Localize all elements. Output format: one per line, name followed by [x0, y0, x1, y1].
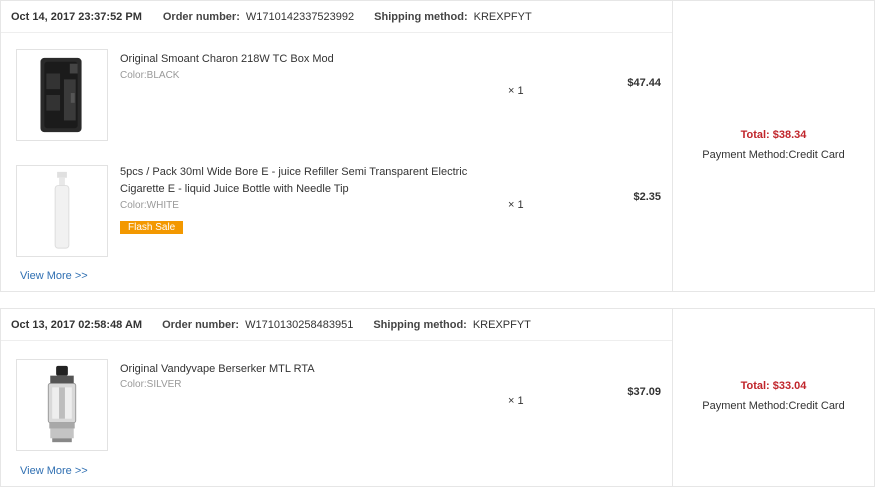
- view-more-link[interactable]: View More >>: [20, 270, 88, 282]
- item-color: Color:WHITE: [120, 200, 179, 211]
- order-header: Oct 14, 2017 23:37:52 PM Order number: W…: [1, 1, 672, 33]
- item-color: Color:SILVER: [120, 379, 182, 390]
- order-item: Original Vandyvape Berserker MTL RTA Col…: [1, 359, 673, 455]
- order-items-column: Oct 14, 2017 23:37:52 PM Order number: W…: [1, 1, 673, 291]
- item-quantity: × 1: [508, 395, 524, 407]
- payment-method: Payment Method:Credit Card: [702, 400, 845, 412]
- order-total: Total: $33.04: [740, 380, 807, 392]
- box-mod-image[interactable]: [16, 49, 108, 141]
- order-number-label: Order number:: [162, 10, 240, 23]
- tank-image[interactable]: [16, 359, 108, 451]
- order-summary-column: Total: $38.34 Payment Method:Credit Card: [673, 1, 874, 291]
- order-card: Oct 13, 2017 02:58:48 AM Order number: W…: [0, 308, 875, 487]
- order-number-label: Order number:: [162, 318, 240, 331]
- flash-sale-badge: Flash Sale: [120, 221, 184, 234]
- order-item: 5pcs / Pack 30ml Wide Bore E - juice Ref…: [1, 163, 673, 259]
- shipping-method-label: Shipping method:: [373, 318, 467, 331]
- shipping-method: KREXPFYT: [472, 318, 531, 331]
- item-title[interactable]: Original Vandyvape Berserker MTL RTA: [120, 361, 470, 378]
- item-quantity: × 1: [508, 199, 524, 211]
- order-summary: Total: $33.04 Payment Method:Credit Card: [673, 380, 874, 412]
- payment-method: Payment Method:Credit Card: [702, 149, 845, 161]
- item-title[interactable]: Original Smoant Charon 218W TC Box Mod: [120, 51, 470, 68]
- shipping-method-label: Shipping method:: [374, 10, 468, 23]
- order-date: Oct 14, 2017 23:37:52 PM: [11, 10, 142, 23]
- order-number: W1710130258483951: [245, 318, 354, 331]
- shipping-method: KREXPFYT: [473, 10, 532, 23]
- item-price: $37.09: [627, 386, 661, 398]
- item-price: $2.35: [633, 191, 661, 203]
- order-total: Total: $38.34: [740, 129, 807, 141]
- item-price: $47.44: [627, 77, 661, 89]
- order-card: Oct 14, 2017 23:37:52 PM Order number: W…: [0, 0, 875, 292]
- order-number: W1710142337523992: [245, 10, 355, 23]
- order-items-column: Oct 13, 2017 02:58:48 AM Order number: W…: [1, 309, 673, 486]
- order-item: Original Smoant Charon 218W TC Box Mod C…: [1, 49, 673, 145]
- bottle-image[interactable]: [16, 165, 108, 257]
- order-date: Oct 13, 2017 02:58:48 AM: [11, 318, 143, 331]
- order-summary: Total: $38.34 Payment Method:Credit Card: [673, 129, 874, 161]
- item-color: Color:BLACK: [120, 70, 180, 81]
- item-quantity: × 1: [508, 85, 524, 97]
- item-title[interactable]: 5pcs / Pack 30ml Wide Bore E - juice Ref…: [120, 164, 470, 198]
- order-summary-column: Total: $33.04 Payment Method:Credit Card: [673, 309, 874, 486]
- order-header: Oct 13, 2017 02:58:48 AM Order number: W…: [1, 309, 672, 341]
- view-more-link[interactable]: View More >>: [20, 465, 88, 477]
